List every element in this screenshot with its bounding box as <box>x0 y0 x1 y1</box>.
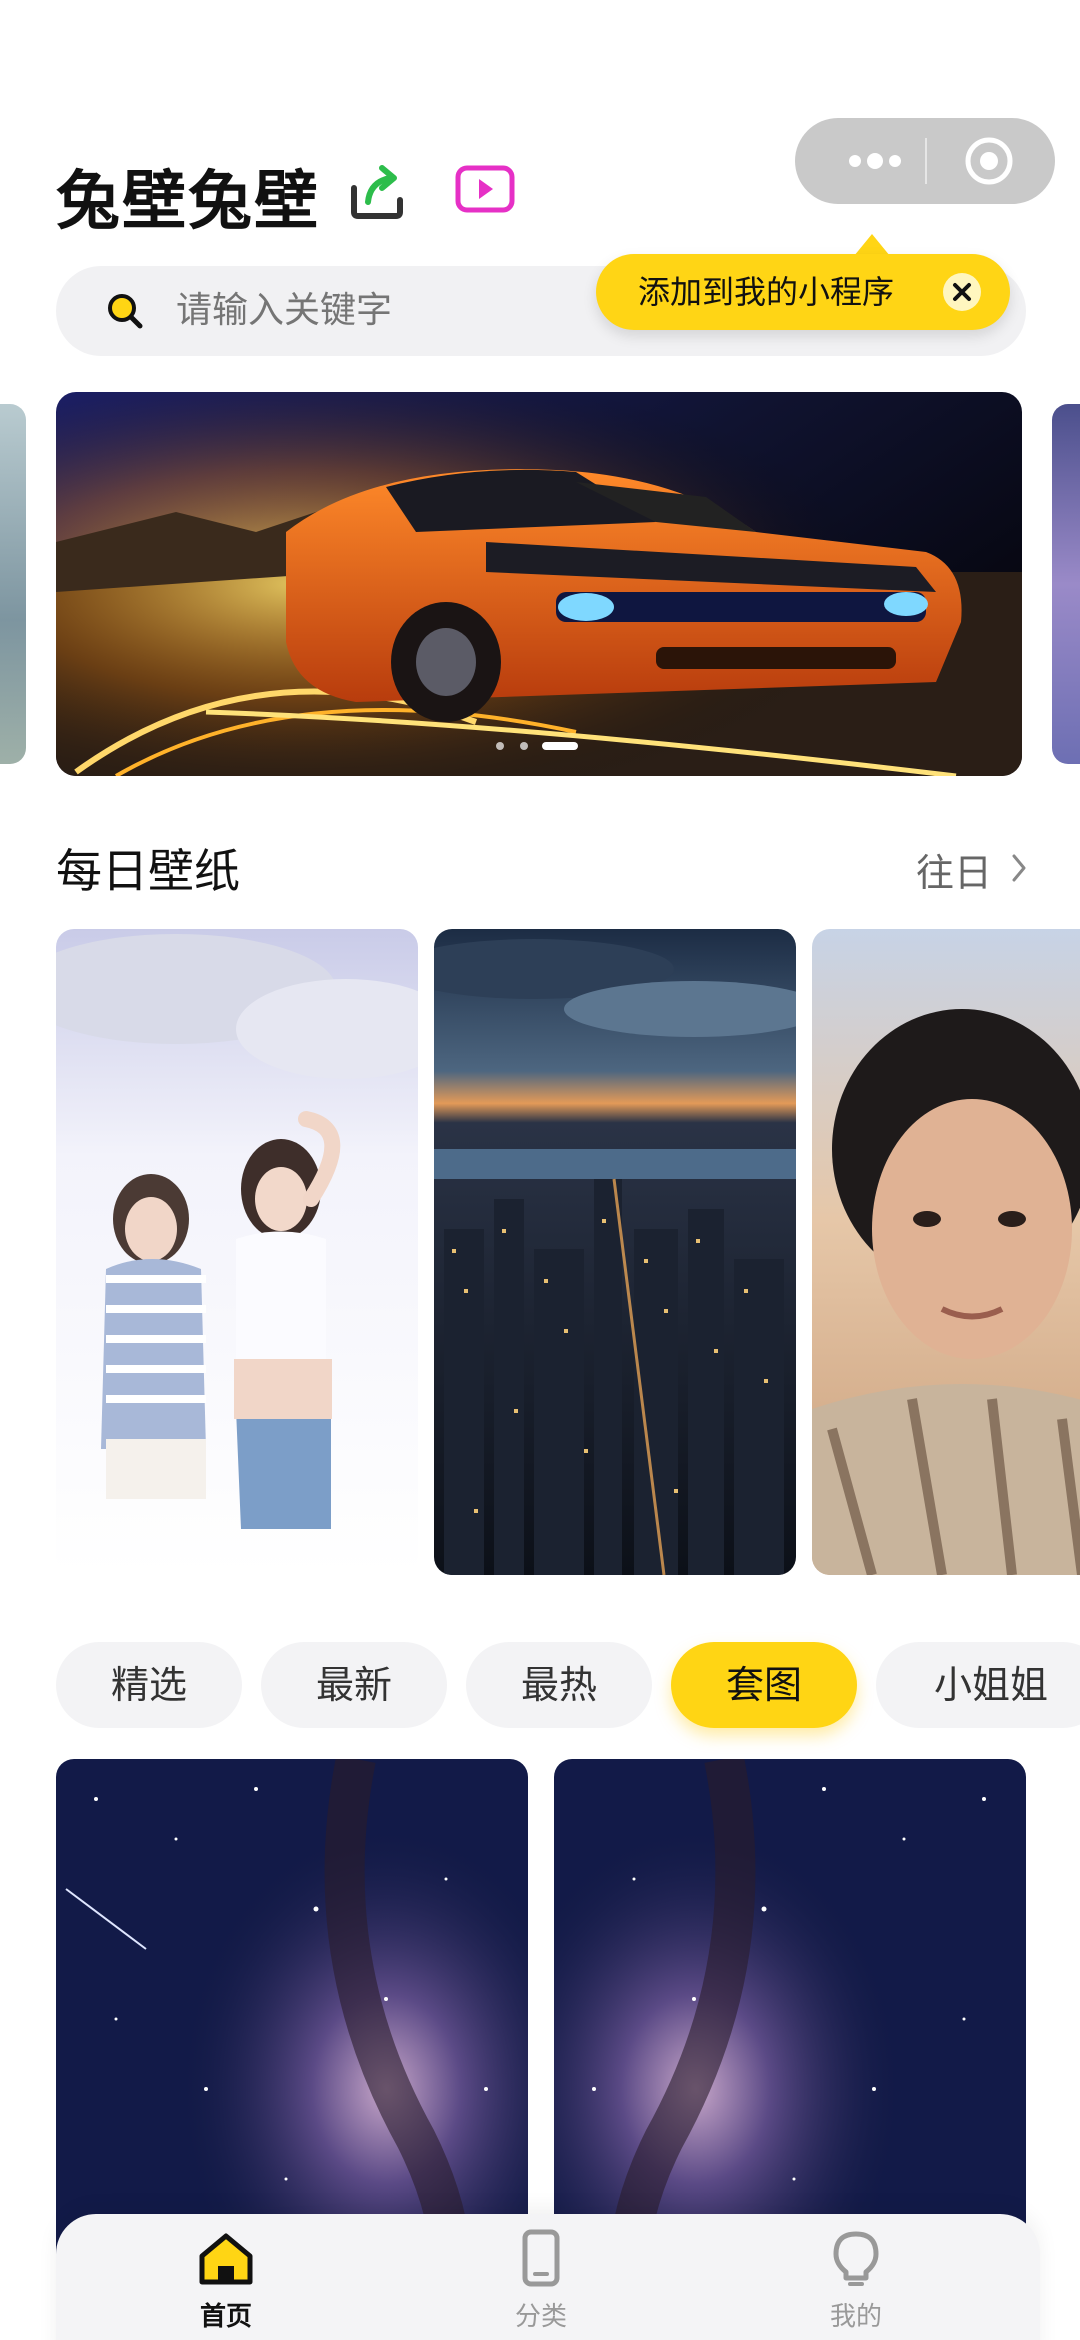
tab-latest[interactable]: 最新 <box>261 1642 447 1728</box>
tab-young-ladies[interactable]: 小姐姐 <box>876 1642 1080 1728</box>
home-page: 兔壁兔壁 添加到我的小程序 <box>0 0 1080 2340</box>
nav-category[interactable]: 分类 <box>441 2214 641 2340</box>
daily-wallpaper-card-3[interactable] <box>812 929 1080 1575</box>
bulb-icon <box>833 2231 879 2286</box>
banner-prev-preview[interactable] <box>0 404 26 764</box>
wallpaper-image-city <box>434 929 796 1575</box>
tab-featured[interactable]: 精选 <box>56 1642 242 1728</box>
home-icon <box>199 2233 253 2285</box>
nav-mine[interactable]: 我的 <box>756 2214 956 2340</box>
more-dots-icon[interactable] <box>835 140 915 182</box>
wallpaper-image-portrait <box>812 929 1080 1575</box>
history-link[interactable]: 往日 <box>916 842 992 897</box>
tooltip-text: 添加到我的小程序 <box>638 273 895 311</box>
nav-mine-label: 我的 <box>829 2302 882 2332</box>
wallpaper-image-girls <box>56 929 418 1575</box>
video-icon[interactable] <box>454 164 516 214</box>
daily-wallpaper-card-1[interactable] <box>56 929 418 1575</box>
close-icon[interactable] <box>942 272 982 312</box>
banner-next-preview[interactable] <box>1052 404 1080 764</box>
phone-icon <box>522 2229 560 2287</box>
daily-wallpaper-title: 每日壁纸 <box>56 844 240 898</box>
tooltip-arrow <box>854 234 890 256</box>
miniprogram-capsule <box>795 118 1055 204</box>
banner-image <box>56 392 1022 776</box>
share-icon[interactable] <box>346 158 408 220</box>
capsule-divider <box>925 138 927 184</box>
add-miniprogram-tooltip: 添加到我的小程序 <box>596 254 1010 330</box>
banner-carousel[interactable] <box>56 392 1022 776</box>
daily-wallpaper-card-2[interactable] <box>434 929 796 1575</box>
search-icon <box>108 294 143 329</box>
nav-category-label: 分类 <box>514 2302 567 2332</box>
search-input[interactable] <box>174 266 654 356</box>
tab-hottest[interactable]: 最热 <box>466 1642 652 1728</box>
bottom-nav: 首页 分类 我的 <box>56 2214 1040 2340</box>
banner-indicator <box>496 742 578 750</box>
nav-home[interactable]: 首页 <box>126 2214 326 2340</box>
chevron-right-icon[interactable] <box>1010 850 1030 886</box>
target-icon[interactable] <box>962 134 1016 188</box>
tab-sets[interactable]: 套图 <box>671 1642 857 1728</box>
nav-home-label: 首页 <box>199 2302 252 2332</box>
app-title: 兔壁兔壁 <box>56 165 320 239</box>
